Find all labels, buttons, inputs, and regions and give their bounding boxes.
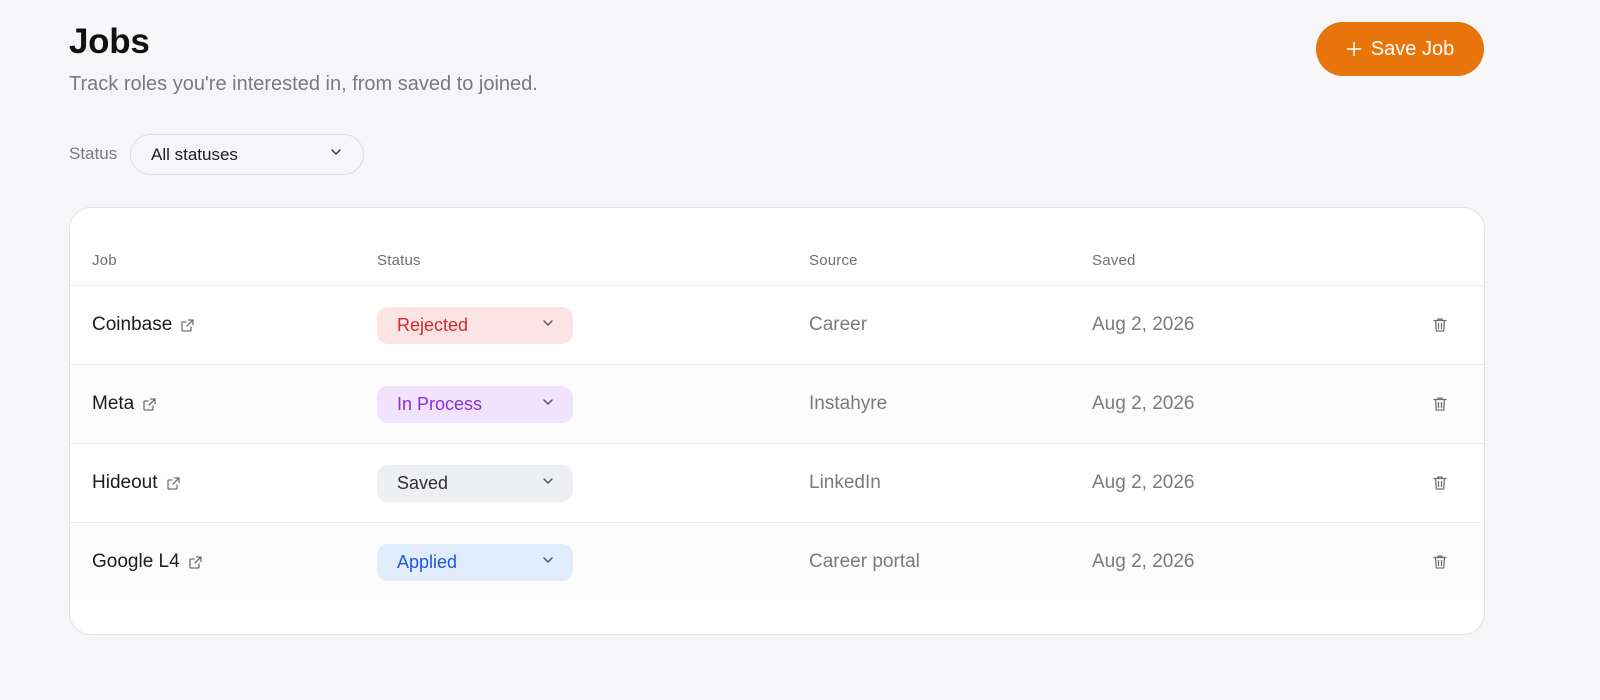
column-header-job: Job — [92, 252, 117, 269]
delete-button[interactable] — [1430, 315, 1450, 335]
job-cell: Coinbase — [92, 286, 195, 364]
external-link-icon[interactable] — [142, 397, 157, 412]
status-label: Applied — [397, 552, 458, 572]
status-filter-label: Status — [69, 144, 118, 163]
job-cell: Hideout — [92, 444, 181, 522]
status-dropdown[interactable]: Rejected — [377, 307, 573, 344]
plus-icon — [1346, 41, 1362, 57]
table-row: Hideout Saved LinkedIn Aug 2, 2026 — [70, 444, 1484, 523]
page-subtitle: Track roles you're interested in, from s… — [69, 73, 538, 95]
delete-button[interactable] — [1430, 394, 1450, 414]
status-dropdown[interactable]: Applied — [377, 544, 573, 581]
chevron-down-icon — [541, 316, 555, 335]
page-title: Jobs — [69, 22, 150, 61]
status-dropdown[interactable]: Saved — [377, 465, 573, 502]
delete-button[interactable] — [1430, 552, 1450, 572]
table-row: Google L4 Applied Career portal Aug 2, 2… — [70, 523, 1484, 602]
source-cell: LinkedIn — [809, 472, 881, 493]
status-filter-select[interactable]: All statuses — [130, 134, 364, 175]
job-cell: Meta — [92, 365, 157, 443]
saved-date-cell: Aug 2, 2026 — [1092, 551, 1195, 572]
trash-icon — [1433, 476, 1447, 490]
jobs-page: Jobs Track roles you're interested in, f… — [0, 0, 1600, 700]
status-filter-value: All statuses — [151, 144, 238, 164]
saved-date-cell: Aug 2, 2026 — [1092, 393, 1195, 414]
source-cell: Career — [809, 314, 868, 335]
chevron-down-icon — [329, 145, 343, 164]
external-link-icon[interactable] — [166, 476, 181, 491]
status-label: In Process — [397, 394, 483, 414]
jobs-table: Job Status Source Saved Coinbase Rejecte… — [69, 207, 1485, 635]
table-header: Job Status Source Saved — [70, 208, 1484, 286]
status-label: Saved — [397, 473, 449, 493]
job-name[interactable]: Coinbase — [92, 314, 172, 336]
column-header-status: Status — [377, 252, 421, 269]
source-cell: Career portal — [809, 551, 920, 572]
status-label: Rejected — [397, 315, 469, 335]
chevron-down-icon — [541, 395, 555, 414]
job-cell: Google L4 — [92, 523, 203, 601]
trash-icon — [1433, 555, 1447, 569]
job-name[interactable]: Google L4 — [92, 551, 180, 573]
status-dropdown[interactable]: In Process — [377, 386, 573, 423]
saved-date-cell: Aug 2, 2026 — [1092, 472, 1195, 493]
save-job-button[interactable]: Save Job — [1316, 22, 1484, 76]
saved-date-cell: Aug 2, 2026 — [1092, 314, 1195, 335]
job-name[interactable]: Hideout — [92, 472, 158, 494]
trash-icon — [1433, 397, 1447, 411]
job-name[interactable]: Meta — [92, 393, 134, 415]
trash-icon — [1433, 318, 1447, 332]
save-job-label: Save Job — [1370, 37, 1455, 60]
table-row: Coinbase Rejected Career Aug 2, 2026 — [70, 286, 1484, 365]
table-body: Coinbase Rejected Career Aug 2, 2026 Met… — [70, 286, 1484, 602]
external-link-icon[interactable] — [180, 318, 195, 333]
external-link-icon[interactable] — [188, 555, 203, 570]
chevron-down-icon — [541, 553, 555, 572]
column-header-source: Source — [809, 252, 858, 269]
source-cell: Instahyre — [809, 393, 888, 414]
column-header-saved: Saved — [1092, 252, 1136, 269]
delete-button[interactable] — [1430, 473, 1450, 493]
table-row: Meta In Process Instahyre Aug 2, 2026 — [70, 365, 1484, 444]
chevron-down-icon — [541, 474, 555, 493]
